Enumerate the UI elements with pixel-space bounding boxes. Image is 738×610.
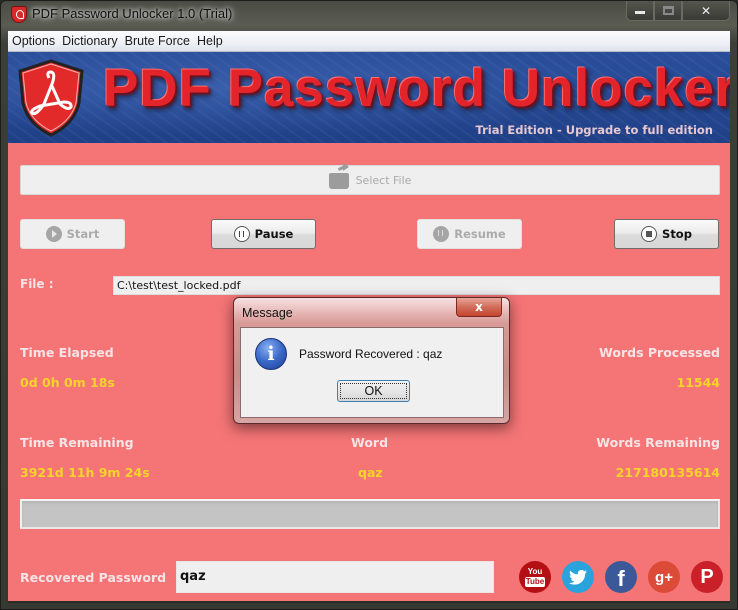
words-remaining-label: Words Remaining [596, 435, 720, 450]
progress-bar [20, 499, 720, 529]
words-remaining-value: 217180135614 [615, 465, 720, 480]
dialog-body: i Password Recovered : qaz OK [240, 327, 504, 418]
words-processed-value: 11544 [676, 375, 721, 390]
word-label: Word [351, 435, 389, 450]
pause-icon [233, 226, 250, 242]
start-button[interactable]: Start [20, 219, 125, 249]
app-window: PDF Password Unlocker 1.0 (Trial) ✕ Opti… [0, 0, 738, 610]
dialog-title: Message [242, 306, 293, 320]
time-elapsed-label: Time Elapsed [20, 345, 114, 360]
pause-label: Pause [254, 227, 294, 241]
resume-icon [433, 226, 450, 242]
time-remaining-value: 3921d 11h 9m 24s [20, 465, 150, 480]
youtube-button[interactable]: You Tube [519, 561, 551, 593]
social-links: You Tube f g+ P [519, 561, 723, 593]
pinterest-icon: P [700, 565, 714, 588]
current-word-value: qaz [358, 465, 383, 480]
pinterest-button[interactable]: P [691, 561, 723, 593]
start-label: Start [66, 227, 100, 241]
youtube-icon: You [527, 566, 543, 576]
google-plus-button[interactable]: g+ [648, 561, 680, 593]
message-dialog: Message x i Password Recovered : qaz OK [233, 297, 510, 424]
app-banner: PDF Password Unlocker Trial Edition - Up… [8, 52, 730, 143]
select-file-button[interactable]: Select File [20, 163, 720, 195]
stop-button[interactable]: Stop [614, 219, 719, 249]
menu-dictionary[interactable]: Dictionary [62, 34, 122, 48]
google-plus-icon: g+ [655, 568, 673, 586]
folder-open-icon [328, 163, 349, 189]
maximize-icon [662, 6, 674, 15]
window-title: PDF Password Unlocker 1.0 (Trial) [32, 6, 233, 21]
select-file-label: Select File [355, 173, 412, 187]
close-button[interactable]: ✕ [682, 1, 730, 21]
menu-help[interactable]: Help [197, 34, 227, 48]
recovered-password-label: Recovered Password [20, 570, 167, 585]
upgrade-link[interactable]: Trial Edition - Upgrade to full edition [476, 123, 714, 137]
pdf-shield-logo-icon [18, 59, 84, 137]
menu-brute-force[interactable]: Brute Force [125, 34, 194, 48]
info-icon: i [255, 338, 287, 370]
menu-bar: Options Dictionary Brute Force Help [8, 31, 730, 52]
file-label: File : [20, 277, 54, 291]
pause-button[interactable]: Pause [211, 219, 316, 249]
minimize-button[interactable] [626, 1, 654, 21]
menu-options[interactable]: Options [12, 34, 59, 48]
recovered-password-field[interactable]: qaz [176, 561, 494, 593]
dialog-close-button[interactable]: x [456, 298, 502, 317]
stop-label: Stop [662, 227, 692, 241]
time-elapsed-value: 0d 0h 0m 18s [20, 375, 115, 390]
title-bar[interactable]: PDF Password Unlocker 1.0 (Trial) ✕ [1, 1, 737, 29]
ok-button[interactable]: OK [337, 380, 410, 402]
window-controls: ✕ [626, 1, 730, 21]
facebook-button[interactable]: f [605, 561, 637, 593]
stop-icon [641, 226, 658, 242]
dialog-message: Password Recovered : qaz [299, 347, 443, 361]
twitter-button[interactable] [562, 561, 594, 593]
minimize-icon [635, 10, 645, 14]
twitter-icon [569, 569, 587, 585]
close-icon: ✕ [700, 3, 712, 18]
maximize-button[interactable] [654, 1, 682, 21]
file-path-field[interactable]: C:\test\test_locked.pdf [113, 276, 720, 295]
resume-label: Resume [454, 227, 506, 241]
facebook-icon: f [617, 566, 625, 591]
words-processed-label: Words Processed [599, 345, 720, 360]
banner-title: PDF Password Unlocker [103, 59, 730, 118]
app-shield-icon [11, 6, 27, 23]
play-icon [45, 226, 62, 242]
resume-button[interactable]: Resume [417, 219, 522, 249]
time-remaining-label: Time Remaining [20, 435, 134, 450]
close-icon: x [475, 300, 483, 314]
